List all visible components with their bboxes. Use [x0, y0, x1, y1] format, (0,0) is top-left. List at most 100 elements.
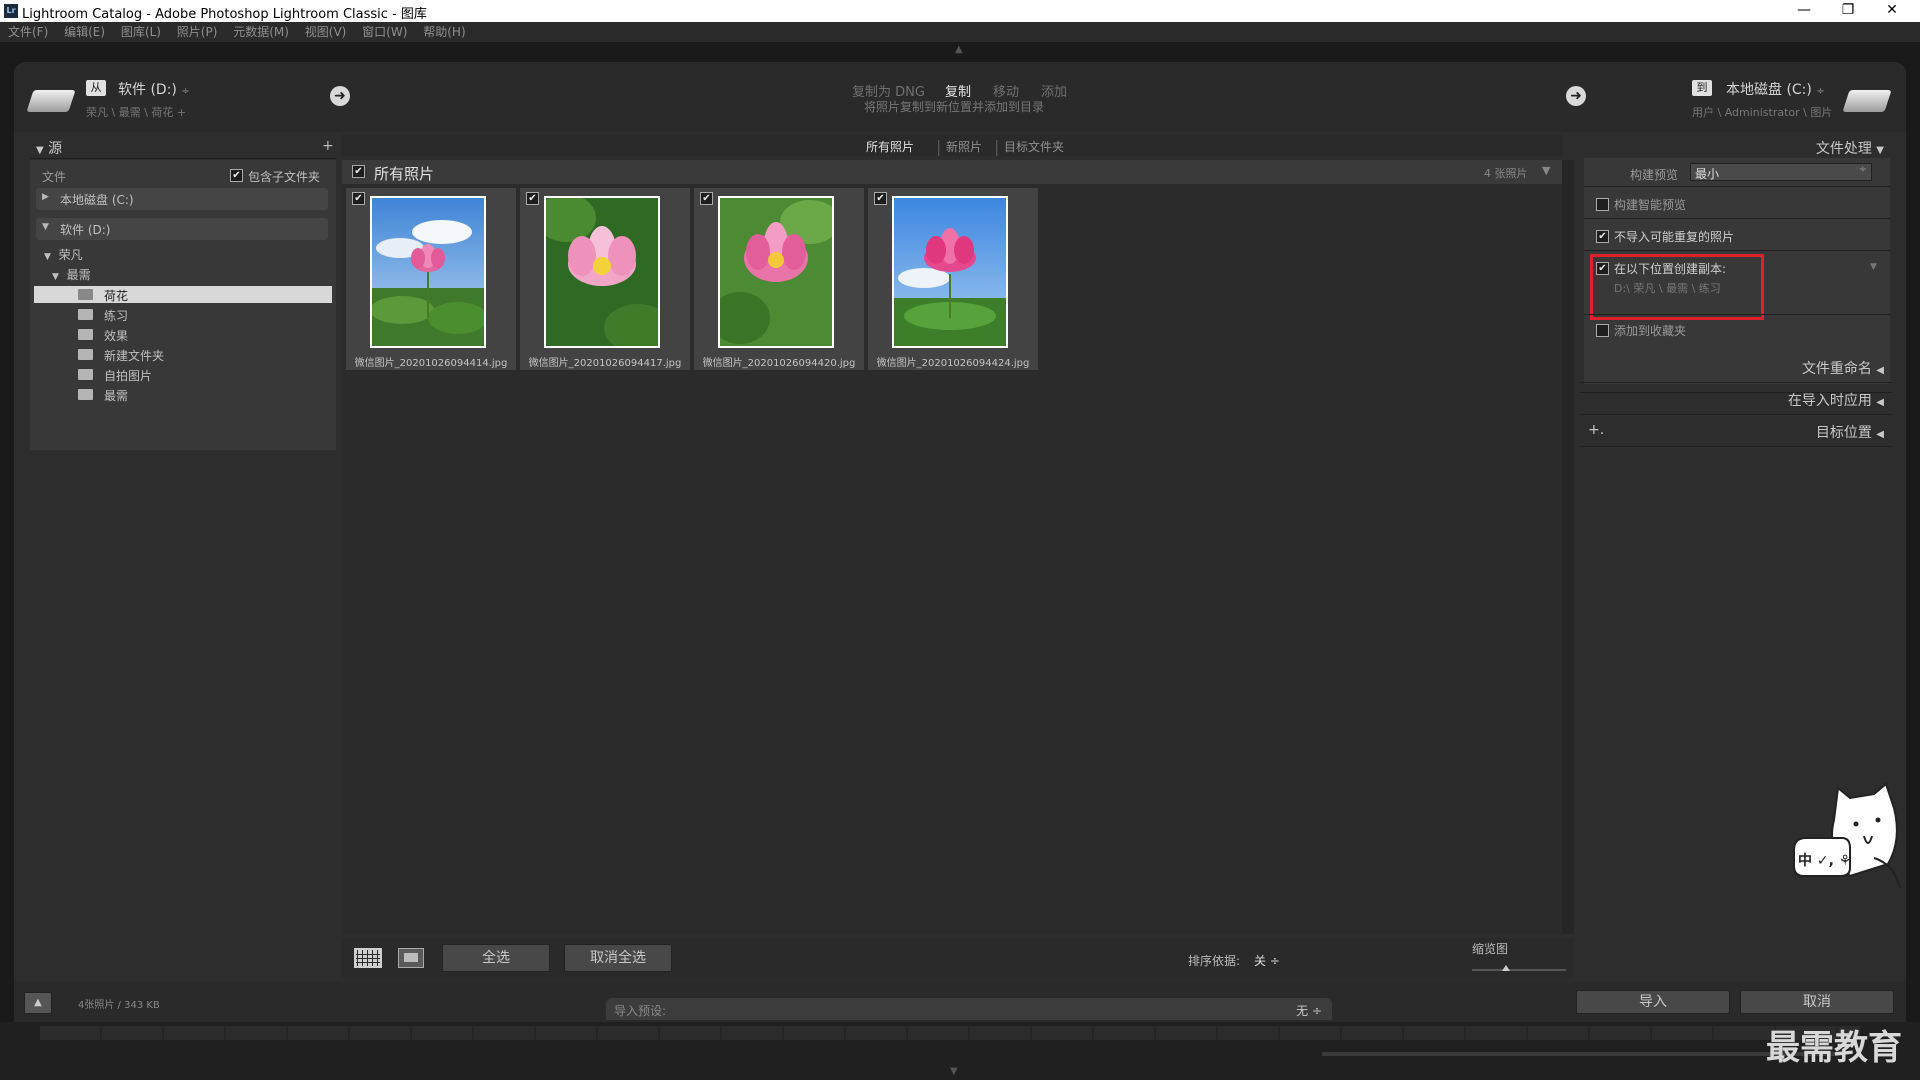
destination-disk-name[interactable]: 本地磁盘 (C:) ÷ [1726, 79, 1825, 99]
filmstrip-scrollbar[interactable] [1322, 1052, 1842, 1056]
menu-metadata[interactable]: 元数据(M) [233, 22, 289, 42]
photo-checkbox[interactable] [526, 192, 539, 205]
watermark: 最需教育 [1766, 1028, 1902, 1068]
destination-arrow-icon[interactable]: ➜ [1566, 86, 1586, 106]
collapse-top-icon[interactable]: ▲ [955, 44, 963, 55]
photo-thumbnail[interactable]: 微信图片_20201026094420.jpg [694, 188, 864, 370]
menu-library[interactable]: 图库(L) [121, 22, 161, 42]
folder-icon [78, 349, 93, 360]
mode-add[interactable]: 添加 [1041, 81, 1067, 100]
import-preset-value[interactable]: 无 ÷ [1296, 1002, 1322, 1019]
menu-file[interactable]: 文件(F) [8, 22, 48, 42]
apply-during-import-header[interactable]: 在导入时应用 ◀ [1788, 390, 1884, 410]
lotus-photo-3 [718, 196, 834, 348]
dropdown-arrow-icon: ÷ [1858, 164, 1867, 175]
deselect-all-button[interactable]: 取消全选 [564, 944, 672, 972]
no-duplicates-checkbox[interactable] [1596, 230, 1609, 243]
center-tabs-bar: 所有照片 | 新照片 | 目标文件夹 [342, 134, 1562, 156]
tree-node-rongfan[interactable]: ▼ 荣凡 [44, 246, 83, 263]
add-destination-icon[interactable]: +. [1588, 422, 1604, 438]
destination-to-icon: 到 [1692, 80, 1712, 96]
smart-preview-label: 构建智能预览 [1614, 198, 1687, 212]
menu-bar: 文件(F) 编辑(E) 图库(L) 照片(P) 元数据(M) 视图(V) 窗口(… [0, 22, 1920, 42]
drive-label: 本地磁盘 (C:) [60, 193, 134, 207]
tab-destination-folders[interactable]: 目标文件夹 [1004, 138, 1064, 155]
add-source-icon[interactable]: + [322, 138, 334, 154]
expand-up-icon[interactable]: ▲ [24, 992, 52, 1014]
folder-row[interactable]: 自拍图片 [34, 366, 332, 384]
tab-new-photos[interactable]: 新照片 [946, 138, 982, 155]
files-label: 文件 [42, 170, 67, 184]
destination-header[interactable]: 目标位置 ◀ [1816, 422, 1884, 442]
menu-photo[interactable]: 照片(P) [177, 22, 218, 42]
tree-node-zuixu[interactable]: ▼ 最需 [52, 266, 91, 283]
photo-checkbox[interactable] [700, 192, 713, 205]
sort-label: 排序依据: [1188, 954, 1241, 968]
destination-path: 用户 \ Administrator \ 图片 [1692, 106, 1833, 119]
sort-dropdown[interactable]: 关 ÷ [1254, 952, 1280, 969]
restore-icon[interactable]: ❐ [1826, 0, 1870, 22]
close-icon[interactable]: ✕ [1870, 0, 1914, 22]
folder-icon [78, 329, 93, 340]
import-button[interactable]: 导入 [1576, 990, 1730, 1014]
select-all-button[interactable]: 全选 [442, 944, 550, 972]
photo-checkbox[interactable] [874, 192, 887, 205]
mascot-text: 中 ✓, ⚘ [1798, 853, 1852, 869]
thumbnail-size-slider[interactable] [1472, 969, 1566, 971]
slider-handle-icon[interactable] [1502, 965, 1510, 971]
add-to-collection-checkbox[interactable] [1596, 324, 1609, 337]
source-from-icon: 从 [86, 80, 106, 96]
grid-toolbar: 全选 取消全选 排序依据: 关 ÷ 缩览图 [342, 938, 1574, 978]
photo-checkbox[interactable] [352, 192, 365, 205]
no-duplicates-label: 不导入可能重复的照片 [1614, 230, 1735, 244]
copy-path-arrow-icon[interactable]: ▼ [1870, 262, 1877, 272]
menu-view[interactable]: 视图(V) [305, 22, 347, 42]
folder-icon [78, 289, 93, 300]
left-panel: ▼ 源 + 文件 包含子文件夹 ▶ 本地磁盘 (C:) ▼ 软件 (D:) ▼ … [30, 134, 336, 974]
photo-thumbnail[interactable]: 微信图片_20201026094414.jpg [346, 188, 516, 370]
grid-scrollbar[interactable] [1562, 160, 1574, 934]
folder-label: 最需 [104, 389, 129, 403]
build-preview-value: 最小 [1695, 167, 1720, 181]
check-all-checkbox[interactable] [352, 165, 365, 178]
build-preview-select[interactable]: 最小 ÷ [1690, 163, 1872, 181]
lightroom-logo-icon: Lr [4, 4, 18, 18]
folder-row[interactable]: 效果 [34, 326, 332, 344]
folder-row[interactable]: 最需 [34, 386, 332, 404]
mascot-cat-icon [1793, 782, 1901, 889]
mode-description: 将照片复制到新位置并添加到目录 [864, 100, 1045, 114]
thumbnail-size-label: 缩览图 [1472, 942, 1509, 956]
file-rename-header[interactable]: 文件重命名 ◀ [1802, 358, 1884, 378]
menu-help[interactable]: 帮助(H) [423, 22, 465, 42]
smart-preview-checkbox[interactable] [1596, 198, 1609, 211]
loupe-view-icon[interactable] [398, 948, 424, 968]
minimize-icon[interactable]: — [1782, 0, 1826, 22]
photo-thumbnail[interactable]: 微信图片_20201026094417.jpg [520, 188, 690, 370]
menu-edit[interactable]: 编辑(E) [64, 22, 105, 42]
drive-row-d[interactable]: ▼ 软件 (D:) [36, 218, 328, 240]
folder-row[interactable]: 练习 [34, 306, 332, 324]
file-handling-header[interactable]: 文件处理 ▼ [1816, 138, 1884, 158]
collapse-bottom-icon[interactable]: ▼ [950, 1066, 958, 1077]
folder-icon [78, 369, 93, 380]
folder-row-selected[interactable]: 荷花 [34, 286, 332, 303]
build-preview-label: 构建预览 [1630, 168, 1679, 182]
cancel-button[interactable]: 取消 [1740, 990, 1894, 1014]
grid-view-icon[interactable] [354, 948, 382, 968]
import-preset-bar[interactable]: 导入预设: 无 ÷ [606, 998, 1332, 1020]
photo-thumbnail[interactable]: 微信图片_20201026094424.jpg [868, 188, 1038, 370]
source-disk-name[interactable]: 软件 (D:) ÷ [118, 79, 190, 99]
tab-all-photos[interactable]: 所有照片 [866, 138, 914, 155]
folder-row[interactable]: 新建文件夹 [34, 346, 332, 364]
file-handling-section: 构建预览 最小 ÷ 构建智能预览 不导入可能重复的照片 在以下位置创建副本: D… [1584, 158, 1890, 384]
menu-window[interactable]: 窗口(W) [362, 22, 407, 42]
photo-filename: 微信图片_20201026094424.jpg [876, 358, 1030, 369]
source-header[interactable]: ▼ 源 [36, 138, 62, 158]
folder-label: 自拍图片 [104, 369, 153, 383]
drive-row-c[interactable]: ▶ 本地磁盘 (C:) [36, 188, 328, 210]
include-subfolders-checkbox[interactable] [230, 169, 243, 182]
folder-label: 效果 [104, 329, 129, 343]
grid-menu-icon[interactable]: ▼ [1542, 164, 1550, 177]
source-arrow-icon[interactable]: ➜ [330, 86, 350, 106]
photo-filename: 微信图片_20201026094417.jpg [528, 358, 682, 369]
